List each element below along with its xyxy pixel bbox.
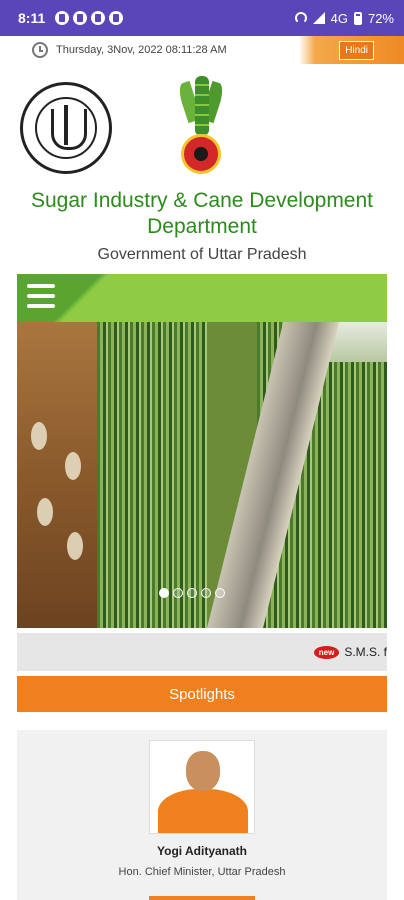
sugarcane-logo-icon: [176, 76, 226, 188]
main-nav-bar: [17, 274, 387, 322]
clock-icon: [32, 42, 48, 58]
hamburger-menu-icon[interactable]: [27, 284, 55, 308]
date-bar: Thursday, 3Nov, 2022 08:11:28 AM Hindi: [0, 36, 404, 64]
network-type: 4G: [330, 10, 348, 26]
photo-robe: [158, 789, 248, 833]
battery-percent: 72%: [367, 10, 394, 26]
crop-rows: [97, 322, 207, 628]
menu-line: [27, 294, 55, 298]
government-subtitle: Government of Uttar Pradesh: [97, 246, 307, 263]
site-header: Sugar Industry & Cane Development Depart…: [0, 64, 404, 274]
profile-photo: [149, 740, 255, 834]
soil-spot: [37, 498, 53, 526]
soil-spot: [67, 532, 83, 560]
up-government-emblem: [20, 82, 112, 174]
signal-icon: [312, 12, 325, 24]
slider-dot[interactable]: [187, 588, 197, 598]
hindi-language-button[interactable]: Hindi: [339, 41, 374, 60]
menu-line: [27, 304, 55, 308]
image-slider[interactable]: [17, 322, 387, 628]
profile-role: Hon. Chief Minister, Uttar Pradesh: [118, 866, 286, 878]
soil-spot: [31, 422, 47, 450]
menu-line: [27, 284, 55, 288]
department-title: Sugar Industry & Cane Development Depart…: [30, 189, 374, 238]
soil-strip: [17, 322, 97, 628]
soil-spot: [65, 452, 81, 480]
spotlights-heading[interactable]: Spotlights: [17, 676, 387, 712]
slider-dot[interactable]: [201, 588, 211, 598]
system-icons: 4G 72%: [294, 10, 394, 26]
new-badge: new: [313, 645, 340, 659]
notification-app-icon: [73, 11, 88, 25]
notification-icons: [55, 11, 124, 25]
notification-app-icon: [91, 11, 106, 25]
status-bar: 8:11 4G 72%: [0, 0, 404, 36]
current-datetime: Thursday, 3Nov, 2022 08:11:28 AM: [56, 44, 227, 56]
profile-name: Yogi Adityanath: [157, 844, 247, 858]
chief-minister-card: Yogi Adityanath Hon. Chief Minister, Utt…: [17, 730, 387, 900]
news-ticker[interactable]: new S.M.S. f: [17, 633, 387, 671]
next-card-peek: [149, 896, 255, 900]
cane-stalk: [195, 76, 209, 136]
slider-dot[interactable]: [215, 588, 225, 598]
department-seal-icon: [181, 134, 221, 174]
status-time: 8:11: [18, 10, 46, 26]
emblem-inner: [35, 97, 97, 159]
photo-face: [186, 751, 220, 791]
ticker-text[interactable]: S.M.S. f: [344, 645, 387, 659]
hotspot-icon: [294, 12, 307, 24]
whatsapp-icon: [109, 11, 124, 25]
slider-dot[interactable]: [159, 588, 169, 598]
notification-app-icon: [55, 11, 70, 25]
slider-dots: [159, 588, 225, 598]
slider-dot[interactable]: [173, 588, 183, 598]
battery-icon: [353, 11, 362, 25]
